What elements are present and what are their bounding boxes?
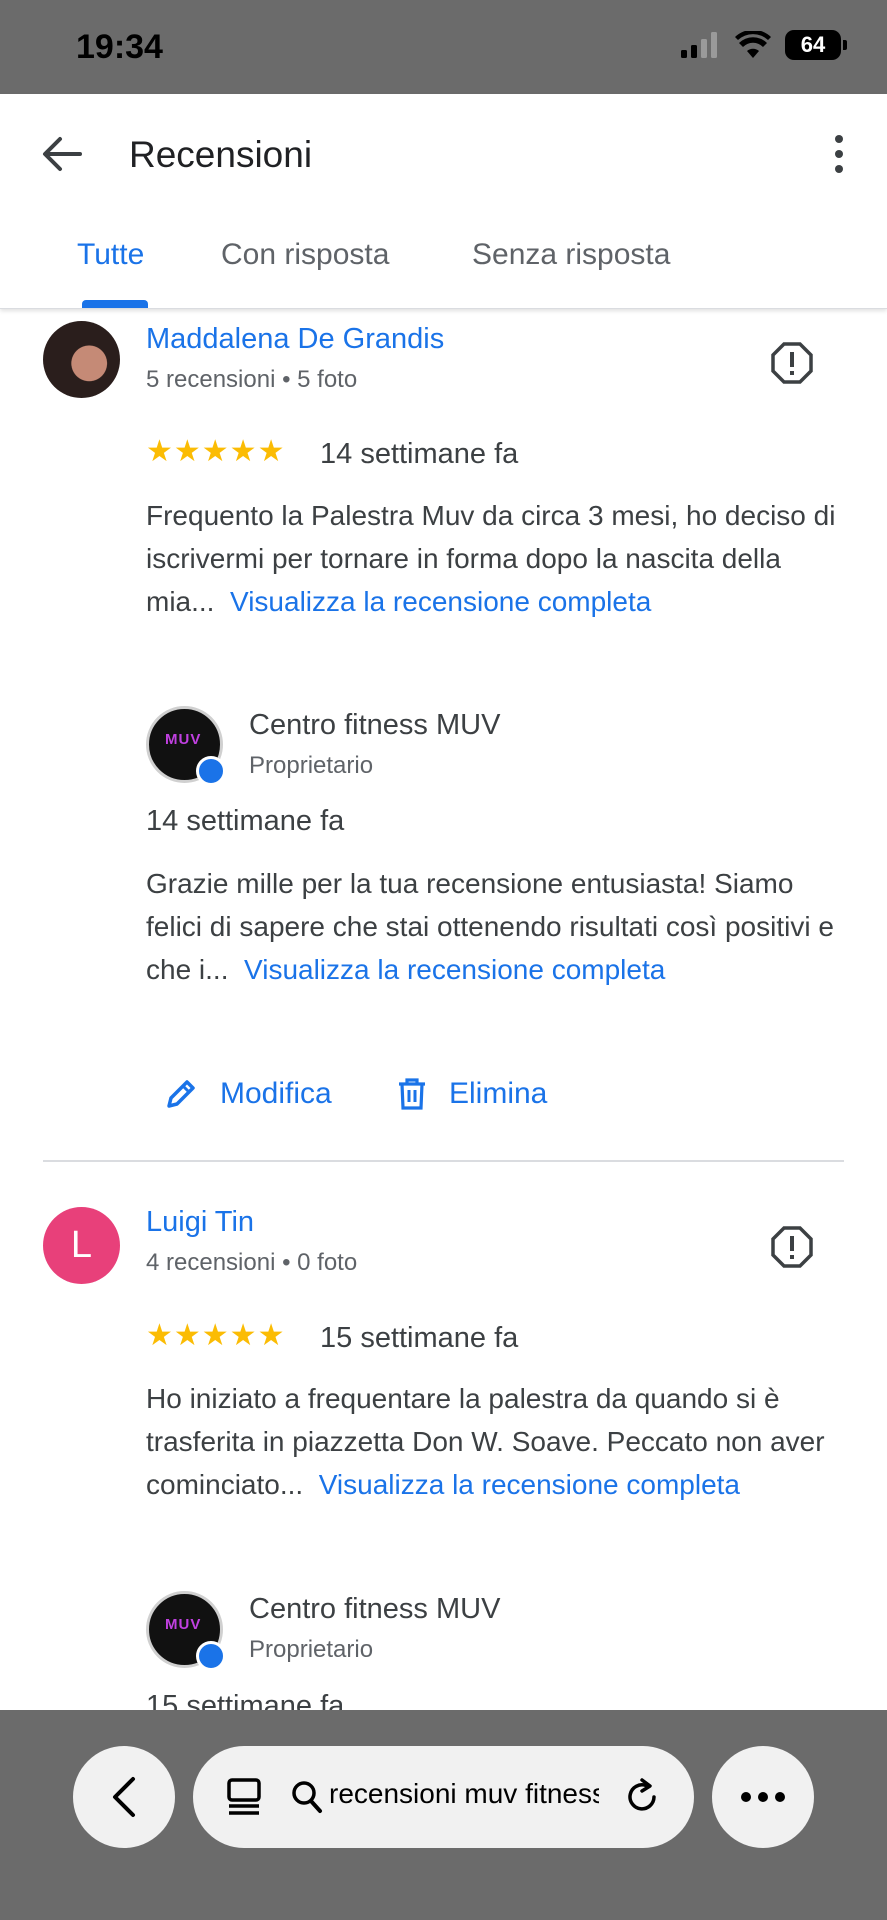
owner-logo: MUV	[165, 731, 202, 748]
reply-date: 14 settimane fa	[146, 805, 345, 837]
reload-icon[interactable]	[623, 1778, 661, 1816]
more-horiz-icon	[741, 1792, 785, 1802]
reviews-list[interactable]: Maddalena De Grandis 5 recensioni • 5 fo…	[0, 309, 887, 1710]
reply-text: Grazie mille per la tua recensione entus…	[146, 862, 856, 991]
owner-name: Centro fitness MUV	[249, 709, 501, 741]
tabs-icon[interactable]	[227, 1778, 261, 1816]
back-arrow-icon[interactable]	[40, 132, 84, 176]
search-icon	[292, 1781, 322, 1813]
review-text: Ho iniziato a frequentare la palestra da…	[146, 1377, 856, 1506]
owner-name: Centro fitness MUV	[249, 1593, 501, 1625]
tab-con-risposta[interactable]: Con risposta	[221, 238, 389, 272]
review-date: 15 settimane fa	[320, 1322, 519, 1354]
avatar[interactable]	[43, 321, 120, 398]
status-time: 19:34	[76, 28, 163, 66]
browser-more-button[interactable]	[712, 1746, 814, 1848]
verified-badge-icon	[196, 756, 226, 786]
address-bar[interactable]: recensioni muv fitness	[193, 1746, 694, 1848]
owner-avatar: MUV	[146, 1591, 226, 1671]
page-title: Recensioni	[129, 134, 313, 175]
trash-icon	[399, 1078, 425, 1110]
reviewer-name[interactable]: Luigi Tin	[146, 1206, 254, 1239]
star-rating: ★★★★★	[146, 1319, 286, 1352]
battery-indicator: 64	[785, 30, 847, 60]
app-header: Recensioni Tutte Con risposta Senza risp…	[0, 94, 887, 309]
owner-avatar: MUV	[146, 706, 226, 786]
tab-indicator	[82, 300, 148, 308]
wifi-icon	[735, 31, 771, 58]
status-bar: 19:34 64	[0, 0, 887, 94]
pencil-icon	[167, 1080, 195, 1108]
signal-icon	[681, 32, 717, 58]
owner-role: Proprietario	[249, 752, 374, 779]
url-text: recensioni muv fitness	[329, 1778, 599, 1809]
read-more-link[interactable]: Visualizza la recensione completa	[230, 586, 651, 617]
star-rating: ★★★★★	[146, 435, 286, 468]
reply-read-more-link[interactable]: Visualizza la recensione completa	[244, 954, 665, 985]
more-vert-icon[interactable]	[829, 132, 849, 176]
browser-toolbar: recensioni muv fitness	[0, 1710, 887, 1920]
review-date: 14 settimane fa	[320, 438, 519, 470]
reviewer-meta: 5 recensioni • 5 foto	[146, 366, 358, 393]
review-text: Frequento la Palestra Muv da circa 3 mes…	[146, 494, 856, 623]
delete-label: Elimina	[449, 1077, 548, 1110]
delete-button[interactable]: Elimina	[397, 1077, 547, 1111]
verified-badge-icon	[196, 1641, 226, 1671]
review-divider	[43, 1160, 844, 1162]
avatar[interactable]: L	[43, 1207, 120, 1284]
read-more-link[interactable]: Visualizza la recensione completa	[319, 1469, 740, 1500]
browser-back-button[interactable]	[73, 1746, 175, 1848]
tab-senza-risposta[interactable]: Senza risposta	[472, 238, 670, 272]
owner-logo: MUV	[165, 1616, 202, 1633]
edit-label: Modifica	[220, 1077, 332, 1110]
report-icon[interactable]	[770, 341, 814, 385]
reply-date: 15 settimane fa	[146, 1690, 345, 1710]
status-icons: 64	[681, 30, 847, 60]
chevron-left-icon	[113, 1777, 135, 1817]
reviewer-meta: 4 recensioni • 0 foto	[146, 1249, 358, 1276]
reviewer-name[interactable]: Maddalena De Grandis	[146, 323, 444, 356]
owner-role: Proprietario	[249, 1636, 374, 1663]
edit-button[interactable]: Modifica	[164, 1077, 332, 1111]
report-icon[interactable]	[770, 1225, 814, 1269]
tab-tutte[interactable]: Tutte	[77, 238, 144, 272]
